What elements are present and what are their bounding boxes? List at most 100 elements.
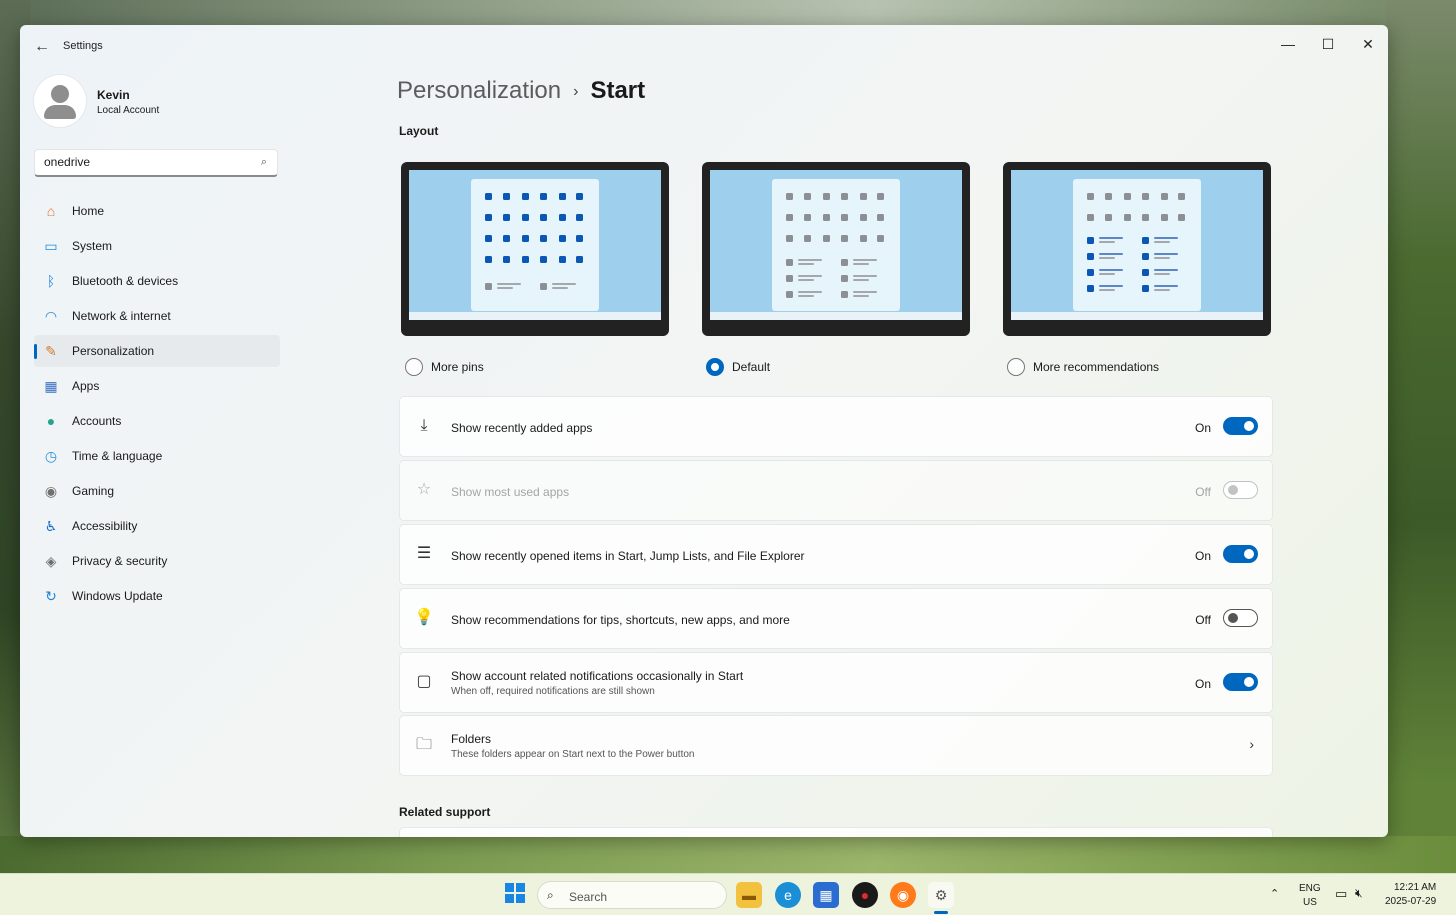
preview-pin-icon	[522, 214, 529, 221]
app-red-icon[interactable]: ●	[852, 882, 878, 908]
preview-pin-icon	[540, 235, 547, 242]
preview-pin-icon	[1087, 193, 1094, 200]
back-button[interactable]: ←	[32, 37, 52, 57]
edge-browser-icon[interactable]: e	[775, 882, 801, 908]
minimize-button[interactable]: —	[1268, 30, 1308, 58]
preview-pin-icon	[576, 235, 583, 242]
setting-title: Show most used apps	[451, 485, 570, 499]
sidebar-item-home[interactable]: ⌂ Home	[34, 195, 280, 227]
sidebar-item-accounts[interactable]: ● Accounts	[34, 405, 280, 437]
file-explorer-icon[interactable]: ▬	[736, 882, 762, 908]
tray-overflow-icon[interactable]: ⌃	[1270, 887, 1279, 900]
preview-pin-icon	[786, 275, 793, 282]
settings-search[interactable]: ⌕	[34, 149, 278, 177]
update-icon: ↻	[45, 588, 57, 604]
sidebar-item-network-and-internet[interactable]: ◠ Network & internet	[34, 300, 280, 332]
clock-time[interactable]: 12:21 AM	[1394, 882, 1436, 893]
preview-text-line	[1154, 237, 1178, 239]
preview-pin-icon	[804, 235, 811, 242]
maximize-button[interactable]: ☐	[1308, 30, 1348, 58]
preview-start-menu	[1073, 179, 1201, 311]
toggle-switch[interactable]	[1223, 417, 1258, 435]
sidebar-item-label: Accessibility	[72, 519, 138, 533]
active-app-indicator	[934, 911, 948, 914]
store-icon[interactable]: ▦	[813, 882, 839, 908]
toggle-switch[interactable]	[1223, 673, 1258, 691]
related-support-card[interactable]	[399, 827, 1273, 837]
sidebar-item-gaming[interactable]: ◉ Gaming	[34, 475, 280, 507]
setting-recommendations[interactable]: 💡 Show recommendations for tips, shortcu…	[399, 588, 1273, 649]
layout-preview-default[interactable]	[702, 162, 970, 336]
preview-pin-icon	[1142, 269, 1149, 276]
radio-button[interactable]	[706, 358, 724, 376]
preview-text-line	[497, 283, 521, 285]
sidebar-item-label: Windows Update	[72, 589, 163, 603]
sidebar-item-label: Gaming	[72, 484, 115, 498]
breadcrumb-parent[interactable]: Personalization	[397, 77, 561, 104]
setting-folders[interactable]: 🗀 Folders These folders appear on Start …	[399, 715, 1273, 776]
setting-title: Show recommendations for tips, shortcuts…	[451, 613, 790, 627]
shield-icon: ◈	[45, 553, 57, 569]
preview-text-line	[1099, 269, 1123, 271]
brush-icon: ✎	[45, 343, 57, 359]
sidebar-item-label: Apps	[72, 379, 100, 393]
setting-recently-added-apps[interactable]: ⤓ Show recently added apps On	[399, 396, 1273, 457]
preview-pin-icon	[841, 291, 848, 298]
search-input[interactable]	[44, 155, 244, 169]
download-icon: ⤓	[420, 417, 428, 434]
preview-pin-icon	[841, 259, 848, 266]
preview-pin-icon	[1124, 214, 1131, 221]
avatar[interactable]	[34, 75, 86, 127]
sidebar-item-system[interactable]: ▭ System	[34, 230, 280, 262]
preview-pin-icon	[522, 235, 529, 242]
sidebar-item-personalization[interactable]: ✎ Personalization	[34, 335, 280, 367]
system-icon: ▭	[44, 238, 58, 254]
sidebar-item-label: System	[72, 239, 113, 253]
taskbar-search[interactable]: ⌕ Search	[537, 881, 727, 909]
accounts-icon: ●	[46, 413, 56, 429]
preview-text-line	[1099, 285, 1123, 287]
preview-text-line	[1099, 241, 1115, 243]
sidebar-item-label: Bluetooth & devices	[72, 274, 179, 288]
related-support-title: Related support	[399, 805, 491, 819]
setting-account-notifications[interactable]: ▢ Show account related notifications occ…	[399, 652, 1273, 713]
radio-button[interactable]	[405, 358, 423, 376]
preview-pin-icon	[1105, 193, 1112, 200]
sidebar-item-privacy-and-security[interactable]: ◈ Privacy & security	[34, 545, 280, 577]
preview-text-line	[552, 283, 576, 285]
settings-gear-icon[interactable]: ⚙	[928, 882, 954, 908]
setting-recently-opened-items[interactable]: ☰ Show recently opened items in Start, J…	[399, 524, 1273, 585]
network-icon[interactable]: ▭	[1335, 886, 1347, 902]
preview-pin-icon	[1142, 237, 1149, 244]
preview-pin-icon	[540, 193, 547, 200]
radio-button[interactable]	[1007, 358, 1025, 376]
start-button[interactable]	[505, 883, 525, 903]
close-button[interactable]: ✕	[1348, 30, 1388, 58]
layout-preview-more-recommendations[interactable]	[1003, 162, 1271, 336]
language-indicator-top[interactable]: ENG	[1299, 883, 1321, 894]
language-indicator-bottom[interactable]: US	[1303, 897, 1317, 908]
sound-muted-icon[interactable]: 🔇︎	[1355, 886, 1363, 901]
preview-text-line	[853, 279, 869, 281]
clock-date[interactable]: 2025-07-29	[1385, 896, 1436, 907]
preview-text-line	[798, 263, 814, 265]
preview-text-line	[853, 259, 877, 261]
search-icon[interactable]: ⌕	[261, 156, 267, 169]
bluetooth-icon: ᛒ	[46, 273, 56, 289]
sidebar-item-time-and-language[interactable]: ◷ Time & language	[34, 440, 280, 472]
preview-text-line	[798, 279, 814, 281]
toggle-state-label: On	[1194, 677, 1211, 691]
preview-text-line	[1154, 241, 1170, 243]
sidebar-item-windows-update[interactable]: ↻ Windows Update	[34, 580, 280, 612]
preview-pin-icon	[786, 291, 793, 298]
windows-logo-icon	[516, 894, 525, 903]
sidebar-item-apps[interactable]: ▦ Apps	[34, 370, 280, 402]
radio-label: Default	[732, 360, 771, 374]
sidebar-item-accessibility[interactable]: ♿ Accessibility	[34, 510, 280, 542]
toggle-switch[interactable]	[1223, 545, 1258, 563]
sidebar-item-bluetooth-and-devices[interactable]: ᛒ Bluetooth & devices	[34, 265, 280, 297]
layout-preview-more-pins[interactable]	[401, 162, 669, 336]
firefox-icon[interactable]: ◉	[890, 882, 916, 908]
preview-pin-icon	[786, 259, 793, 266]
toggle-switch[interactable]	[1223, 609, 1258, 627]
